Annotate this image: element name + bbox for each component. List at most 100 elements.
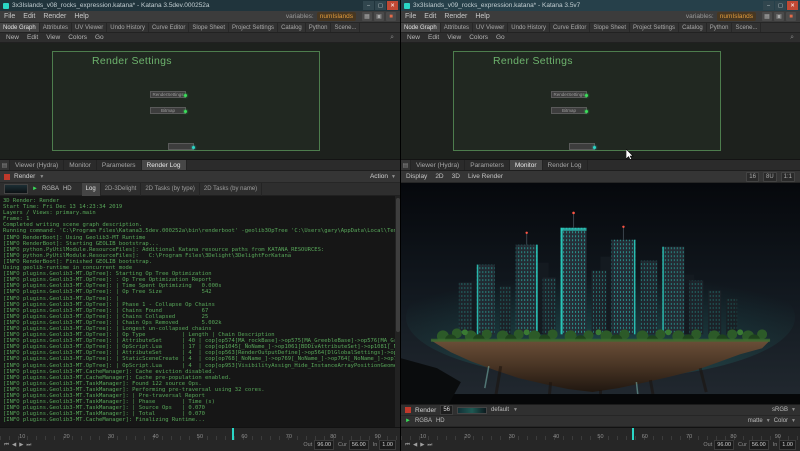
transport-button[interactable]: ⏮ xyxy=(405,442,410,449)
menu-item[interactable]: Edit xyxy=(424,13,436,20)
monitor-control[interactable]: 2D xyxy=(435,173,443,180)
bitmap-node[interactable]: Bitmap xyxy=(150,107,186,114)
magnifier-icon[interactable]: ⌕ xyxy=(790,34,794,42)
main-tab[interactable]: UV Viewer xyxy=(72,23,107,32)
display-mode-dropdown[interactable]: Color xyxy=(774,418,788,424)
field-value[interactable]: 96.00 xyxy=(714,440,734,450)
transport-button[interactable]: ◀ xyxy=(413,442,417,449)
pane-tab[interactable]: Viewer (Hydra) xyxy=(411,160,465,170)
log-filter-tab[interactable]: 2D Tasks (by type) xyxy=(141,183,200,196)
render-log-console[interactable]: 3D Render: RenderStart Time: Fri Dec 13 … xyxy=(0,196,400,427)
minimize-icon[interactable]: – xyxy=(763,1,774,10)
main-tab[interactable]: Attributes xyxy=(441,23,473,32)
layout-grid-icon[interactable]: ▦ xyxy=(762,12,772,21)
title-bar[interactable]: 3x3Islands_v08_rocks_expression.katana* … xyxy=(0,0,400,11)
render-thumbnail[interactable] xyxy=(457,407,487,414)
channel-label[interactable]: RGBA xyxy=(415,418,432,424)
main-tab[interactable]: Project Settings xyxy=(229,23,278,32)
menu-item[interactable]: Help xyxy=(475,13,489,20)
monitor-chip[interactable]: 8U xyxy=(763,172,777,182)
timeline-ruler[interactable]: 102030405060708090 xyxy=(0,428,400,440)
menu-item[interactable]: File xyxy=(4,13,15,20)
nodegraph-menu-item[interactable]: Go xyxy=(496,34,505,41)
nodegraph-menu-item[interactable]: Colors xyxy=(469,34,488,41)
transport-button[interactable]: ⏮ xyxy=(4,442,9,449)
main-tab[interactable]: Attributes xyxy=(40,23,72,32)
main-tab[interactable]: Curve Editor xyxy=(550,23,590,32)
nodegraph-menu-item[interactable]: View xyxy=(46,34,60,41)
menu-item[interactable]: Help xyxy=(74,13,88,20)
menu-item[interactable]: Render xyxy=(444,13,467,20)
layout-grid-icon[interactable]: ▦ xyxy=(362,12,372,21)
main-tab[interactable]: Catalog xyxy=(679,23,707,32)
stop-icon[interactable] xyxy=(405,407,411,413)
pane-tab[interactable]: Parameters xyxy=(97,160,142,170)
nodegraph-menu-item[interactable]: New xyxy=(6,34,19,41)
field-value[interactable]: 1.00 xyxy=(779,440,796,450)
maximize-icon[interactable]: ▢ xyxy=(375,1,386,10)
main-tab[interactable]: Scene... xyxy=(331,23,360,32)
nodegraph-canvas[interactable]: Render Settings RenderSettings Bitmap xyxy=(401,43,800,160)
output-node[interactable] xyxy=(168,143,194,150)
monitor-chip[interactable]: 1:1 xyxy=(781,172,795,182)
current-frame-marker[interactable] xyxy=(232,428,234,440)
pane-tab[interactable]: Parameters xyxy=(465,160,510,170)
magnifier-icon[interactable]: ⌕ xyxy=(390,34,394,42)
stop-render-icon[interactable]: ■ xyxy=(786,12,796,21)
monitor-chip[interactable]: 16 xyxy=(746,172,759,182)
log-filter-tab[interactable]: 2D Tasks (by name) xyxy=(200,183,262,196)
pane-grid-icon[interactable]: ▤ xyxy=(0,160,10,170)
nodegraph-canvas[interactable]: Render Settings RenderSettings Bitmap xyxy=(0,43,400,160)
new-window-icon[interactable]: ▣ xyxy=(774,12,784,21)
action-dropdown[interactable]: Action ▼ xyxy=(370,173,396,180)
main-tab[interactable]: Node Graph xyxy=(0,23,40,32)
nodegraph-menu-item[interactable]: Edit xyxy=(428,34,439,41)
maximize-icon[interactable]: ▢ xyxy=(775,1,786,10)
new-window-icon[interactable]: ▣ xyxy=(374,12,384,21)
menu-item[interactable]: Render xyxy=(43,13,66,20)
monitor-viewport[interactable] xyxy=(401,183,800,404)
main-tab[interactable]: Slope Sheet xyxy=(189,23,229,32)
main-tab[interactable]: Python xyxy=(306,23,332,32)
menu-item[interactable]: File xyxy=(405,13,416,20)
pass-dropdown[interactable]: default xyxy=(491,407,509,413)
main-tab[interactable]: Python xyxy=(707,23,733,32)
transport-button[interactable]: ◀ xyxy=(12,442,16,449)
render-label[interactable]: Render xyxy=(415,407,436,414)
menu-item[interactable]: Edit xyxy=(23,13,35,20)
monitor-control[interactable]: Live Render xyxy=(468,173,503,180)
frame-number[interactable]: 56 xyxy=(440,405,453,415)
main-tab[interactable]: Node Graph xyxy=(401,23,441,32)
main-tab[interactable]: Catalog xyxy=(278,23,306,32)
main-tab[interactable]: Project Settings xyxy=(630,23,679,32)
timeline-ruler[interactable]: 102030405060708090 xyxy=(401,428,800,440)
nodegraph-menu-item[interactable]: New xyxy=(407,34,420,41)
monitor-control[interactable]: 3D xyxy=(452,173,460,180)
transport-button[interactable]: ⏭ xyxy=(427,442,432,449)
bitmap-node[interactable]: Bitmap xyxy=(551,107,587,114)
colorspace-dropdown[interactable]: sRGB xyxy=(772,407,788,413)
main-tab[interactable]: Undo History xyxy=(508,23,550,32)
nodegraph-menu-item[interactable]: Edit xyxy=(27,34,38,41)
minimize-icon[interactable]: – xyxy=(363,1,374,10)
rendersettings-node[interactable]: RenderSettings xyxy=(551,91,587,98)
field-value[interactable]: 1.00 xyxy=(379,440,396,450)
rendersettings-node[interactable]: RenderSettings xyxy=(150,91,186,98)
render-menu[interactable]: Render xyxy=(14,173,35,180)
output-node[interactable] xyxy=(569,143,595,150)
title-bar[interactable]: 3x3Islands_v09_rocks_expression.katana* … xyxy=(401,0,800,11)
catalog-thumbnail[interactable] xyxy=(4,184,28,194)
nodegraph-menu-item[interactable]: View xyxy=(447,34,461,41)
field-value[interactable]: 56.00 xyxy=(349,440,369,450)
monitor-control[interactable]: Display xyxy=(406,173,427,180)
pane-tab[interactable]: Monitor xyxy=(64,160,97,170)
current-frame-marker[interactable] xyxy=(632,428,634,440)
pane-tab[interactable]: Viewer (Hydra) xyxy=(10,160,64,170)
nodegraph-menu-item[interactable]: Go xyxy=(95,34,104,41)
main-tab[interactable]: UV Viewer xyxy=(473,23,508,32)
main-tab[interactable]: Undo History xyxy=(107,23,149,32)
log-filter-tab[interactable]: 2D-3Delight xyxy=(101,183,142,196)
scrollbar-thumb[interactable] xyxy=(396,198,400,332)
stop-render-icon[interactable]: ■ xyxy=(386,12,396,21)
transport-button[interactable]: ▶ xyxy=(420,442,424,449)
